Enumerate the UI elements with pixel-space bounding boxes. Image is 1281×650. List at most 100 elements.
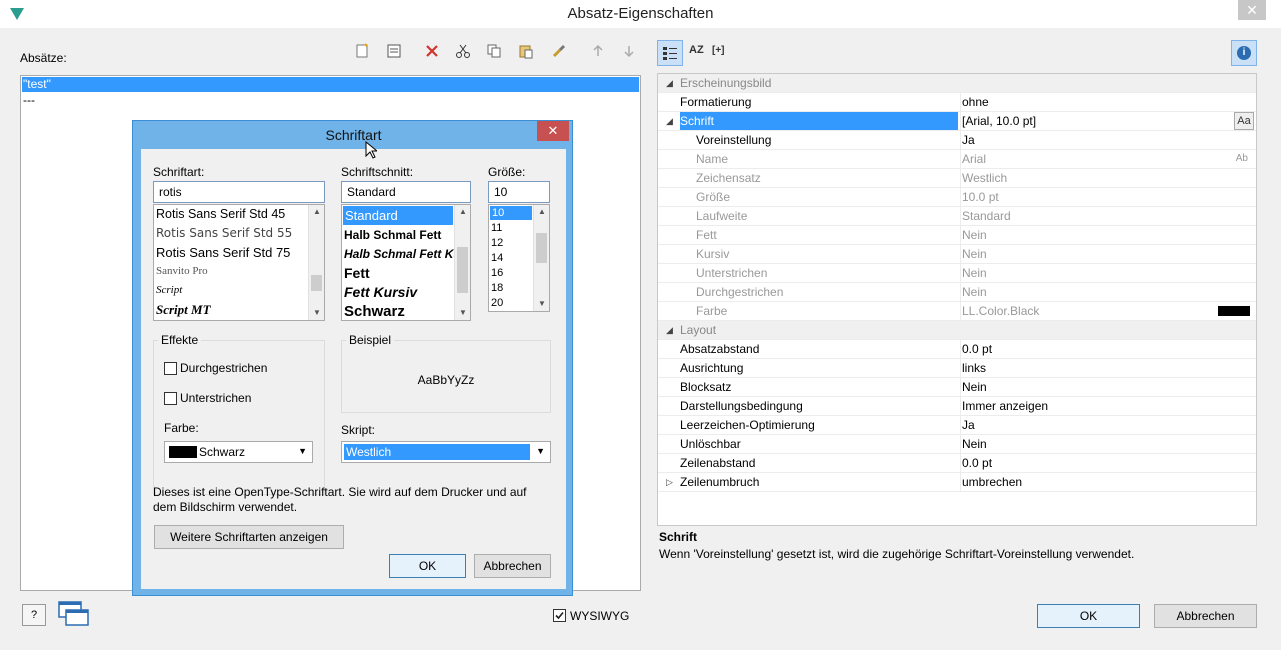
property-value[interactable]: Westlich (960, 169, 1256, 187)
expand-all-icon[interactable]: [+] (712, 45, 725, 56)
property-value[interactable]: 10.0 pt (960, 188, 1256, 206)
list-item[interactable]: Script (154, 281, 324, 300)
property-value[interactable]: links (960, 359, 1256, 377)
collapse-arrow-icon[interactable]: ◢ (666, 74, 673, 92)
cut-icon[interactable] (453, 43, 473, 63)
property-row[interactable]: Ausrichtung links (658, 359, 1256, 378)
property-value[interactable]: Nein (960, 226, 1256, 244)
font-picker-button[interactable]: Aa (1234, 112, 1254, 130)
property-value[interactable]: Immer anzeigen (960, 397, 1256, 415)
property-row[interactable]: Fett Nein (658, 226, 1256, 245)
more-fonts-button[interactable]: Weitere Schriftarten anzeigen (154, 525, 344, 549)
property-row[interactable]: Blocksatz Nein (658, 378, 1256, 397)
ok-button[interactable]: OK (1037, 604, 1140, 628)
list-item[interactable]: Halb Schmal Fett (342, 226, 470, 245)
property-value[interactable]: 0.0 pt (960, 340, 1256, 358)
property-value[interactable]: Nein (960, 245, 1256, 263)
font-input[interactable]: rotis (153, 181, 325, 203)
script-select[interactable]: Westlich ▼ (341, 441, 551, 463)
list-item[interactable]: Fett Kursiv (342, 283, 470, 302)
list-item[interactable]: Rotis Sans Serif Std 45 (154, 205, 324, 224)
font-ok-button[interactable]: OK (389, 554, 466, 578)
categorized-view-button[interactable] (657, 40, 683, 66)
property-row[interactable]: Laufweite Standard (658, 207, 1256, 226)
style-list-scrollbar[interactable]: ▲ ▼ (454, 205, 470, 320)
list-item[interactable]: Schwarz (342, 302, 470, 320)
property-row[interactable]: Leerzeichen-Optimierung Ja (658, 416, 1256, 435)
new-icon[interactable] (352, 43, 372, 63)
color-select[interactable]: Schwarz ▼ (164, 441, 313, 463)
style-list[interactable]: Standard Halb Schmal Fett Halb Schmal Fe… (341, 204, 471, 321)
info-button[interactable]: i (1231, 40, 1257, 66)
property-row[interactable]: Farbe LL.Color.Black (658, 302, 1256, 321)
property-row[interactable]: Unterstrichen Nein (658, 264, 1256, 283)
property-row[interactable]: Zeichensatz Westlich (658, 169, 1256, 188)
property-value[interactable]: ohne (960, 93, 1256, 111)
list-item[interactable]: Script MT (154, 300, 324, 319)
list-item[interactable]: Rotis Sans Serif Std 55 (154, 224, 324, 243)
property-value[interactable]: Ja (960, 131, 1256, 149)
collapse-arrow-icon[interactable]: ◢ (666, 321, 673, 339)
collapse-arrow-icon[interactable]: ◢ (666, 112, 673, 130)
font-name-icon[interactable]: Ab (1236, 150, 1248, 168)
style-input[interactable]: Standard (341, 181, 471, 203)
list-item[interactable]: Sanvito Pro (154, 262, 324, 281)
property-value[interactable]: Ja (960, 416, 1256, 434)
brush-icon[interactable] (549, 43, 569, 63)
property-value[interactable]: [Arial, 10.0 pt] (960, 112, 1256, 130)
edit-icon[interactable] (384, 43, 404, 63)
expand-arrow-icon[interactable]: ▷ (666, 473, 673, 491)
property-row[interactable]: Formatierung ohne (658, 93, 1256, 112)
size-list[interactable]: 10 11 12 14 16 18 20 ▲ ▼ (488, 204, 550, 312)
property-row[interactable]: Durchgestrichen Nein (658, 283, 1256, 302)
property-value[interactable]: Nein (960, 283, 1256, 301)
arrow-down-icon[interactable] (619, 43, 639, 63)
property-row[interactable]: ▷ Zeilenumbruch umbrechen (658, 473, 1256, 492)
property-value[interactable]: Standard (960, 207, 1256, 225)
property-row[interactable]: Zeilenabstand 0.0 pt (658, 454, 1256, 473)
list-item[interactable]: Halb Schmal Fett Kursiv (342, 245, 470, 264)
property-row[interactable]: Größe 10.0 pt (658, 188, 1256, 207)
arrow-up-icon[interactable] (588, 43, 608, 63)
property-name: Zeilenabstand (680, 456, 756, 470)
property-row[interactable]: Darstellungsbedingung Immer anzeigen (658, 397, 1256, 416)
property-value[interactable]: Nein (960, 378, 1256, 396)
wysiwyg-checkbox[interactable] (553, 609, 566, 622)
window-close-button[interactable]: ✕ (1238, 0, 1266, 20)
list-item[interactable]: Standard (343, 206, 453, 225)
list-item[interactable]: Rotis Sans Serif Std 75 (154, 243, 324, 262)
list-item[interactable]: 10 (490, 206, 532, 220)
sort-alpha-icon[interactable]: AZ (689, 44, 704, 56)
property-row[interactable]: Absatzabstand 0.0 pt (658, 340, 1256, 359)
property-value[interactable]: Arial (960, 150, 1256, 168)
property-row[interactable]: ◢ Layout (658, 321, 1256, 340)
property-row[interactable]: Name Arial Ab (658, 150, 1256, 169)
font-list[interactable]: Rotis Sans Serif Std 45 Rotis Sans Serif… (153, 204, 325, 321)
property-row[interactable]: Voreinstellung Ja (658, 131, 1256, 150)
delete-icon[interactable] (422, 43, 442, 63)
underline-checkbox[interactable] (164, 392, 177, 405)
copy-icon[interactable] (484, 43, 504, 63)
size-list-scrollbar[interactable]: ▲ ▼ (533, 205, 549, 311)
cancel-button[interactable]: Abbrechen (1154, 604, 1257, 628)
list-item[interactable]: --- (22, 93, 639, 108)
property-row[interactable]: Kursiv Nein (658, 245, 1256, 264)
font-cancel-button[interactable]: Abbrechen (474, 554, 551, 578)
property-value[interactable]: 0.0 pt (960, 454, 1256, 472)
font-list-scrollbar[interactable]: ▲ ▼ (308, 205, 324, 320)
property-value[interactable]: LL.Color.Black (960, 302, 1256, 320)
property-value[interactable]: Nein (960, 435, 1256, 453)
help-button[interactable]: ? (22, 604, 46, 626)
list-item[interactable]: Fett (342, 264, 470, 283)
font-dialog-close-button[interactable]: ✕ (537, 121, 569, 141)
strikethrough-checkbox[interactable] (164, 362, 177, 375)
property-value[interactable]: Nein (960, 264, 1256, 282)
windows-icon[interactable] (58, 601, 90, 627)
size-input[interactable]: 10 (488, 181, 550, 203)
property-row[interactable]: ◢ Schrift [Arial, 10.0 pt] Aa (658, 112, 1256, 131)
property-value[interactable]: umbrechen (960, 473, 1256, 491)
property-row[interactable]: Unlöschbar Nein (658, 435, 1256, 454)
property-row[interactable]: ◢ Erscheinungsbild (658, 74, 1256, 93)
list-item[interactable]: "test" (22, 77, 639, 92)
paste-icon[interactable] (516, 43, 536, 63)
